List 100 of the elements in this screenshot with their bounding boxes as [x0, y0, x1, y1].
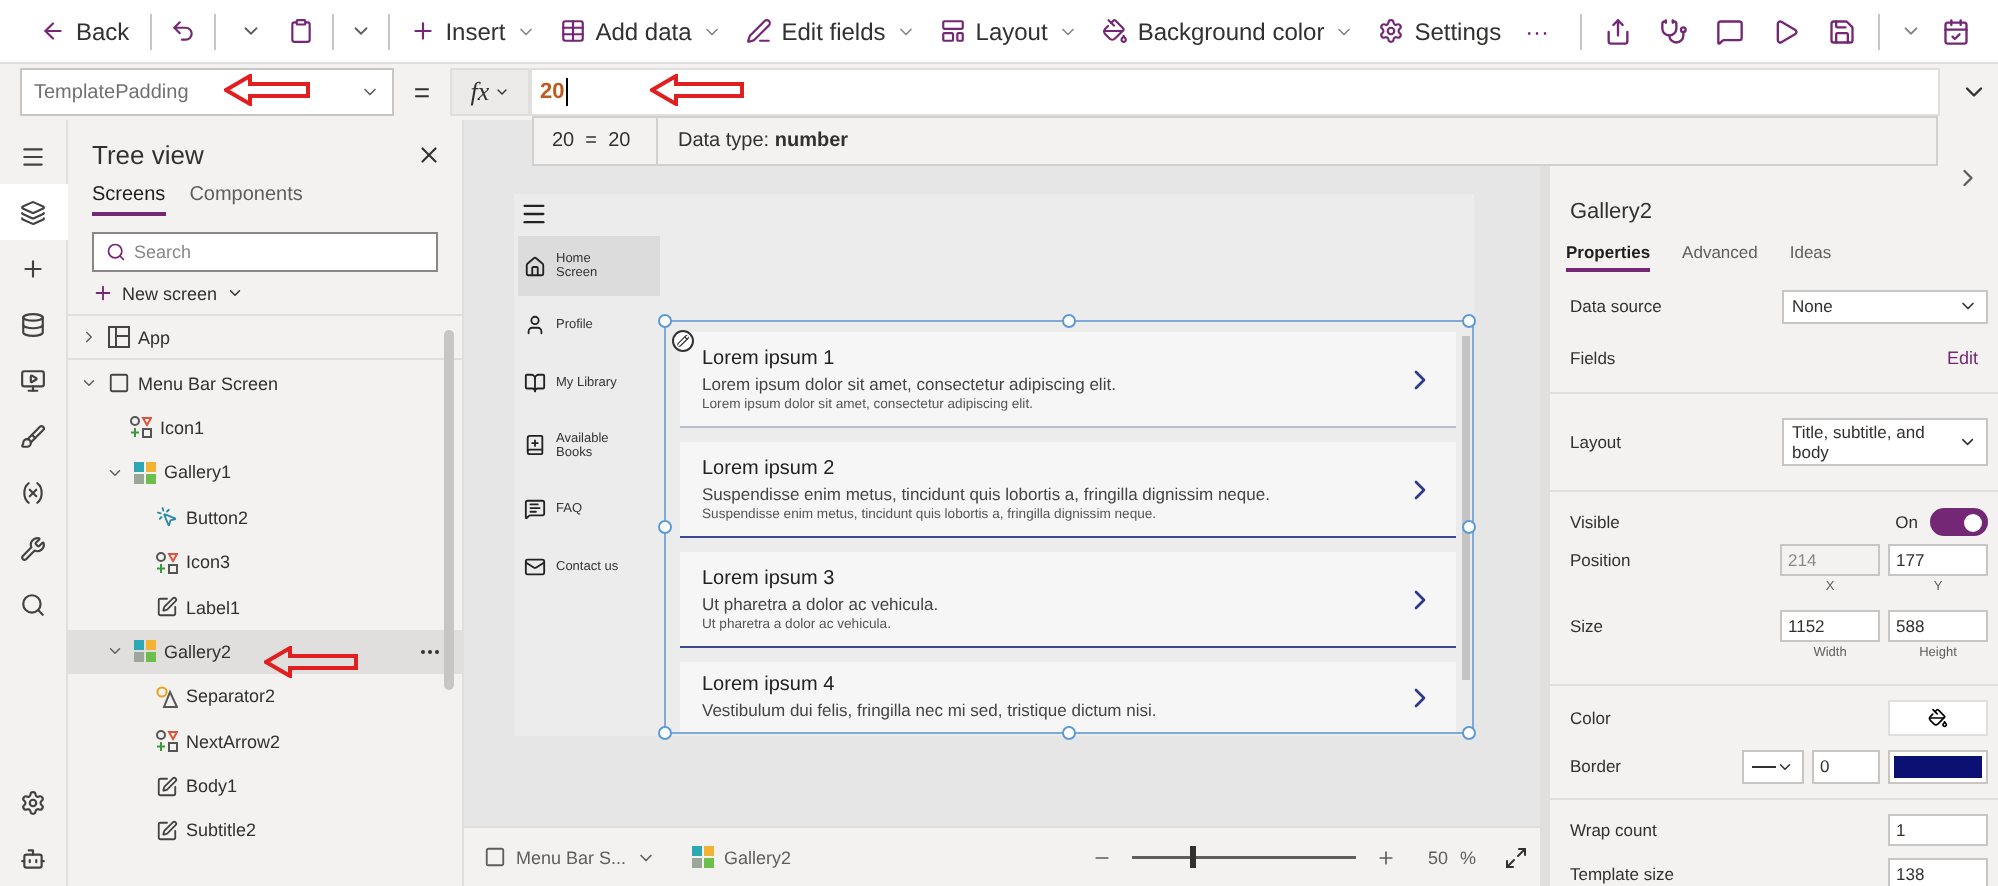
stethoscope-icon[interactable] — [1660, 17, 1688, 45]
formula-input[interactable]: 20 — [530, 68, 1940, 116]
more-button[interactable]: ··· — [1513, 3, 1562, 59]
item-title: Lorem ipsum 3 — [702, 567, 837, 589]
zoom-in-icon[interactable] — [1375, 847, 1396, 867]
toolbar-menu-button[interactable]: Background color — [1089, 3, 1367, 59]
zoom-value: 50 — [1427, 847, 1448, 867]
number-field[interactable]: 1 — [1888, 814, 1988, 846]
border-width-field[interactable]: 0 — [1812, 749, 1880, 783]
tab[interactable]: Ideas — [1789, 236, 1832, 272]
number-field[interactable]: 138 — [1888, 858, 1988, 886]
layout-icon — [939, 18, 966, 44]
property-dropdown[interactable]: TemplatePadding — [20, 68, 394, 116]
paint-bucket-icon — [1928, 708, 1948, 728]
tab[interactable]: Components — [189, 178, 303, 216]
separator-icon — [156, 685, 178, 708]
tab[interactable]: Properties — [1566, 236, 1651, 272]
shapes-icon — [130, 416, 152, 439]
plus-icon — [409, 18, 436, 44]
toggle-switch[interactable] — [1930, 508, 1988, 536]
expand-icon[interactable] — [1504, 845, 1528, 869]
color-picker-button[interactable] — [1888, 700, 1988, 736]
tab[interactable]: Screens — [92, 178, 166, 216]
tab[interactable]: Advanced — [1682, 236, 1758, 272]
search-icon — [106, 242, 126, 262]
dropdown[interactable]: Title, subtitle, and body — [1782, 418, 1988, 466]
undo-icon[interactable] — [169, 18, 196, 44]
property-label: Visible — [1570, 512, 1620, 532]
share-icon[interactable] — [1604, 17, 1632, 45]
app-icon — [108, 326, 130, 349]
edit-label-icon — [156, 775, 178, 798]
resize-handle[interactable] — [1462, 520, 1476, 534]
screen-selector[interactable]: Menu Bar S... — [484, 846, 693, 868]
back-button[interactable]: Back — [28, 3, 142, 59]
gallery-item[interactable]: Lorem ipsum 4 Vestibulum dui felis, fringilla nec mi sed, tristique dictum nisi. — [680, 662, 1456, 732]
toolbar-menu-button[interactable]: Layout — [927, 3, 1090, 59]
tree-item[interactable]: Icon1 — [68, 405, 462, 451]
tree-item[interactable]: Icon3 — [68, 539, 462, 585]
gallery-icon — [134, 640, 156, 663]
tree-item[interactable]: Gallery2 — [68, 629, 462, 675]
resize-handle[interactable] — [1062, 314, 1076, 328]
menu-icon[interactable] — [520, 200, 548, 228]
property-label: Layout — [1570, 432, 1622, 452]
resize-handle[interactable] — [1462, 726, 1476, 740]
item-title: Lorem ipsum 4 — [702, 674, 837, 696]
property-label: Border — [1570, 756, 1622, 776]
toggle-state: On — [1895, 512, 1918, 532]
item-subtitle: Suspendisse enim metus, tincidunt quis lobortis a, fringilla dignissim neque. — [702, 483, 1272, 503]
resize-handle[interactable] — [1462, 314, 1476, 328]
gallery[interactable] — [664, 320, 1474, 734]
number-field[interactable]: 588 — [1888, 610, 1988, 642]
fx-button[interactable]: fx — [450, 68, 530, 116]
pen-icon — [745, 18, 772, 44]
comment-icon[interactable] — [1716, 17, 1744, 45]
gallery-icon — [692, 846, 715, 868]
close-icon[interactable] — [416, 142, 442, 168]
property-label: Color — [1570, 708, 1611, 728]
resize-handle[interactable] — [658, 726, 672, 740]
control-name: Gallery2 — [1570, 200, 1652, 224]
speech-bubble-icon — [524, 497, 546, 519]
play-icon[interactable] — [1772, 17, 1800, 45]
border-color-swatch[interactable] — [1888, 749, 1988, 783]
shapes-icon — [156, 551, 178, 574]
new-screen-button[interactable]: New screen — [68, 272, 462, 316]
plus-icon — [92, 282, 114, 304]
tree-item[interactable]: Label1 — [68, 584, 462, 630]
resize-handle[interactable] — [1062, 726, 1076, 740]
scrollbar[interactable] — [1462, 336, 1470, 680]
border-style-dropdown[interactable] — [1742, 749, 1804, 783]
edit-link[interactable]: Edit — [1946, 348, 1978, 368]
item-subtitle: Vestibulum dui felis, fringilla nec mi sed, tristique dictum nisi. — [702, 700, 1159, 720]
number-field[interactable]: 177 — [1888, 544, 1988, 576]
resize-handle[interactable] — [658, 314, 672, 328]
save-icon[interactable] — [1828, 17, 1856, 45]
back-arrow-icon — [40, 18, 66, 44]
layers-icon[interactable] — [0, 184, 67, 240]
tree-item[interactable]: Separator2 — [68, 674, 462, 720]
resize-handle[interactable] — [658, 520, 672, 534]
tree-item[interactable]: Body1 — [68, 763, 462, 809]
search-field[interactable]: Search — [92, 232, 438, 272]
settings-button[interactable]: Settings — [1366, 3, 1514, 59]
property-label: Template size — [1570, 864, 1674, 884]
tree-item[interactable]: Gallery1 — [68, 450, 462, 496]
edit-icon[interactable] — [672, 330, 694, 352]
item-subtitle: Ut pharetra a dolor ac vehicula. — [702, 593, 941, 613]
tree-item[interactable]: Subtitle2 — [68, 808, 462, 854]
scrollbar[interactable] — [444, 330, 454, 690]
toolbar-menu-button[interactable]: Add data — [547, 3, 734, 59]
publish-icon[interactable] — [1942, 17, 1970, 45]
number-field[interactable]: 1152 — [1780, 610, 1880, 642]
clipboard-icon[interactable] — [287, 18, 314, 44]
tree-item[interactable]: Menu Bar Screen — [68, 360, 462, 406]
tree-item[interactable]: NextArrow2 — [68, 719, 462, 764]
zoom-unit: % — [1459, 847, 1476, 867]
toolbar-menu-button[interactable]: Insert — [397, 3, 548, 59]
tree-item[interactable]: Button2 — [68, 495, 462, 540]
property-label: Wrap count — [1570, 820, 1657, 840]
toolbar-menu-button[interactable]: Edit fields — [733, 3, 928, 59]
dropdown[interactable]: None — [1782, 289, 1988, 323]
control-breadcrumb[interactable]: Gallery2 — [692, 846, 828, 868]
